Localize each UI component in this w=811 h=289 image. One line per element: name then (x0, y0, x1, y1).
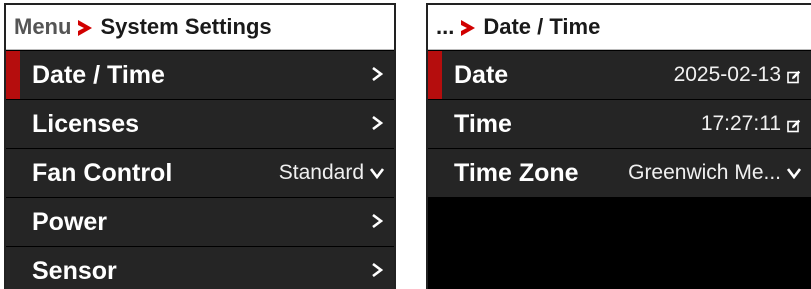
menu-item-licenses[interactable]: Licenses (6, 100, 394, 148)
menu-item-label: Sensor (32, 256, 117, 285)
setting-label: Date (454, 60, 509, 89)
setting-row-time-zone[interactable]: Time Zone Greenwich Me... (428, 149, 811, 197)
chevron-right-icon (370, 65, 384, 86)
menu-item-date-time[interactable]: Date / Time (6, 51, 394, 99)
chevron-right-icon (370, 114, 384, 135)
system-settings-panel: Menu System Settings Date / Time License… (4, 3, 396, 289)
setting-label: Time (454, 109, 512, 138)
selection-indicator (428, 51, 442, 99)
page-title: System Settings (100, 14, 272, 39)
chevron-right-icon (370, 212, 384, 233)
menu-item-label: Licenses (32, 109, 140, 138)
page-title: Date / Time (483, 14, 601, 39)
time-zone-value: Greenwich Me... (628, 161, 781, 184)
edit-icon[interactable] (787, 70, 801, 84)
breadcrumb-arrow-icon (461, 20, 476, 36)
menu-item-fan-control[interactable]: Fan Control Standard (6, 149, 394, 197)
date-value: 2025-02-13 (673, 63, 781, 86)
chevron-down-icon[interactable] (369, 163, 385, 184)
chevron-down-icon[interactable] (786, 163, 802, 184)
menu-item-label: Fan Control (32, 158, 173, 187)
date-time-panel: ... Date / Time Date 2025-02-13 Time 17:… (426, 3, 811, 289)
breadcrumb: ... Date / Time (428, 5, 811, 50)
time-value: 17:27:11 (700, 112, 781, 135)
fan-control-value: Standard (278, 161, 364, 184)
menu-item-label: Power (32, 207, 108, 236)
edit-icon[interactable] (787, 119, 801, 133)
chevron-right-icon (370, 261, 384, 282)
breadcrumb: Menu System Settings (6, 5, 394, 50)
menu-item-label: Date / Time (32, 60, 165, 89)
setting-row-date[interactable]: Date 2025-02-13 (428, 51, 811, 99)
setting-row-time[interactable]: Time 17:27:11 (428, 100, 811, 148)
breadcrumb-root-ellipsis[interactable]: ... (436, 14, 454, 40)
breadcrumb-arrow-icon (78, 20, 93, 36)
menu-item-sensor[interactable]: Sensor (6, 247, 394, 289)
breadcrumb-root-menu[interactable]: Menu (14, 14, 71, 40)
menu-item-power[interactable]: Power (6, 198, 394, 246)
setting-label: Time Zone (454, 158, 579, 187)
selection-indicator (6, 51, 20, 99)
